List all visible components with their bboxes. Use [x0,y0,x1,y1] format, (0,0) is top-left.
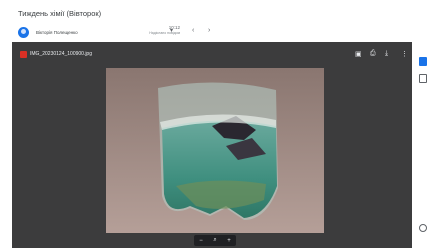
attachment-photo[interactable] [106,68,324,233]
help-icon[interactable] [419,224,427,232]
sender-name[interactable]: Вікторія Полещенко [36,30,78,35]
chevron-left-icon[interactable]: ‹ [192,27,194,34]
email-attachment-view: Тиждень хімії (Вівторок) Вікторія Полеще… [0,0,433,248]
calendar-icon[interactable] [419,57,427,66]
sender-row: Вікторія Полещенко [18,24,78,40]
arrow-down-icon[interactable]: ▾ [170,27,173,34]
zoom-controls: − ⌕ + [194,235,236,246]
zoom-in-icon[interactable]: + [227,238,231,244]
comment-icon[interactable]: ▣ [355,50,362,58]
attachment-viewer: IMG_20230124_100900.jpg ▣ ⎙ ⤓ ⋮ − ⌕ + [12,42,412,248]
avatar[interactable] [18,26,29,38]
mail-header: Тиждень хімії (Вівторок) Вікторія Полеще… [0,0,433,42]
right-side-panel [412,42,433,248]
keep-icon[interactable] [419,74,427,83]
zoom-out-icon[interactable]: − [199,238,203,244]
viewer-toolbar: IMG_20230124_100900.jpg ▣ ⎙ ⤓ ⋮ [12,42,412,68]
email-subject: Тиждень хімії (Вівторок) [18,9,102,18]
photo-image [106,68,324,233]
image-file-icon [20,51,27,58]
zoom-fit-icon[interactable]: ⌕ [213,237,216,244]
more-icon[interactable]: ⋮ [401,50,408,58]
file-name: IMG_20230124_100900.jpg [30,51,92,57]
download-icon[interactable]: ⤓ [385,50,388,58]
chevron-right-icon[interactable]: › [208,27,210,34]
print-icon[interactable]: ⎙ [370,50,376,58]
